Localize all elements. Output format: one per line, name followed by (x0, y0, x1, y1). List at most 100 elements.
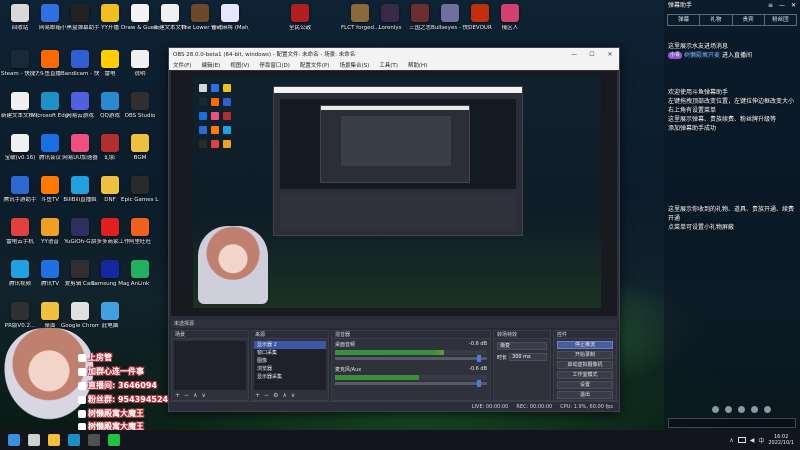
chevron-up-icon[interactable]: ∧ (729, 437, 733, 444)
user-icon[interactable] (738, 406, 745, 413)
desktop-icon[interactable]: Samsung Magician (91, 260, 129, 302)
danmaku-helper-panel[interactable]: 弹幕助手 ≡ — ✕ 弹幕 礼物 贵宾 粉丝团 这里展示水友进场消息 小青 树懒… (664, 0, 800, 430)
more-icon[interactable] (764, 406, 771, 413)
desktop-icon[interactable]: 斗鱼TV (33, 176, 67, 218)
desktop-icon[interactable]: 拼多多商家工作台 (91, 218, 129, 260)
volume-slider[interactable] (335, 355, 487, 362)
desktop-icon[interactable]: 雷电云手机 (3, 218, 37, 260)
danmaku-minimize-icon[interactable]: — (779, 0, 785, 12)
desktop-icon[interactable]: Lorenlys (373, 4, 407, 46)
menu-view[interactable]: 视图(V) (230, 61, 249, 69)
desktop-icon[interactable]: Steam - 快捷方式 (1, 50, 39, 92)
desktop-icon[interactable]: FLCT forged... (341, 4, 379, 46)
desktop-icon[interactable]: 腾讯视频 (3, 260, 37, 302)
danmaku-close-icon[interactable]: ✕ (791, 0, 796, 12)
stop-streaming-button[interactable]: 停止推流 (557, 341, 613, 349)
transition-type-select[interactable]: 渐变 (497, 342, 547, 350)
desktop-icon[interactable]: 小黑盒弹幕助手 (61, 4, 99, 46)
obs-titlebar[interactable]: OBS 28.0.0-beta1 (64-bit, windows) - 配置文… (169, 48, 619, 60)
desktop-icon[interactable]: BGM (123, 134, 157, 176)
desktop-icon[interactable]: Bandicam - 快捷方式 (61, 50, 99, 92)
desktop-icon[interactable]: DEVOUR (463, 4, 497, 46)
scene-up-icon[interactable]: ∧ (193, 392, 197, 399)
desktop-icon[interactable]: 雷电 (93, 50, 127, 92)
file-explorer-icon[interactable] (48, 434, 60, 446)
source-up-icon[interactable]: ∧ (282, 392, 286, 399)
desktop-icon[interactable]: 全民公敌 (283, 4, 317, 46)
scenes-list[interactable] (174, 341, 246, 390)
desktop-icon[interactable]: 说明 (123, 50, 157, 92)
desktop-icon[interactable]: Microsoft Edge (31, 92, 69, 134)
emoji-icon[interactable] (712, 406, 719, 413)
desktop-icon[interactable]: 阿里旺旺 (123, 218, 157, 260)
desktop-icon[interactable]: OBS Studio (123, 92, 157, 134)
wechat-icon[interactable] (108, 434, 120, 446)
desktop-icon[interactable]: Epic Games Launcher (121, 176, 159, 218)
desktop-icon[interactable]: 雀魂麻将 (Mahjong... (211, 4, 249, 46)
menu-docks[interactable]: 停靠窗口(D) (259, 61, 290, 69)
desktop-icon[interactable]: 回收站 (3, 4, 37, 46)
danmaku-username[interactable]: 树懒殿寓开麦 (684, 51, 720, 60)
start-virtual-camera-button[interactable]: 启动虚拟摄像机 (557, 361, 613, 369)
add-source-icon[interactable]: + (255, 392, 260, 399)
settings-icon[interactable] (751, 406, 758, 413)
duration-input[interactable]: 300 ms (509, 353, 547, 361)
source-down-icon[interactable]: ∨ (291, 392, 295, 399)
tab-vip[interactable]: 贵宾 (733, 15, 765, 25)
tab-fan-group[interactable]: 粉丝团 (765, 15, 796, 25)
network-icon[interactable] (737, 437, 746, 443)
source-item[interactable]: 窗口采集 (254, 349, 326, 357)
scene-down-icon[interactable]: ∨ (201, 392, 205, 399)
source-item[interactable]: 图像 (254, 357, 326, 365)
search-icon[interactable] (28, 434, 40, 446)
desktop-icon[interactable]: QQ游戏 (93, 92, 127, 134)
start-icon[interactable] (8, 434, 20, 446)
source-item[interactable]: 显示器采集 (254, 373, 326, 381)
start-recording-button[interactable]: 开始录制 (557, 351, 613, 359)
obs-icon[interactable] (88, 434, 100, 446)
danmaku-settings-icon[interactable]: ≡ (768, 0, 773, 12)
menu-file[interactable]: 文件(F) (173, 61, 191, 69)
ime-icon[interactable]: 中 (758, 436, 764, 445)
danmaku-input[interactable] (668, 418, 796, 428)
sources-list[interactable]: 显示器 2 窗口采集 图像 浏览器 显示器采集 (254, 341, 326, 390)
close-button[interactable]: ✕ (601, 51, 619, 58)
obs-preview-canvas[interactable] (171, 71, 617, 316)
desktop-icon[interactable]: 宝破(v0.16) (3, 134, 37, 176)
tab-danmaku[interactable]: 弹幕 (668, 15, 701, 25)
settings-button[interactable]: 设置 (557, 381, 613, 389)
desktop-icon[interactable]: 幻影 (93, 134, 127, 176)
desktop-icon[interactable]: BiliBili直播姬 (63, 176, 97, 218)
desktop-icon[interactable]: 网易UU加速器 (62, 134, 98, 176)
desktop-icon[interactable]: 腾讯TV (33, 260, 67, 302)
gift-icon[interactable] (725, 406, 732, 413)
volume-icon[interactable]: ◀ (750, 437, 755, 444)
volume-slider[interactable] (335, 380, 487, 387)
clock[interactable]: 16:02 2022/10/1 (768, 434, 794, 446)
desktop-icon[interactable]: Bullseyes - 快捷方式 (431, 4, 469, 46)
desktop-icon[interactable]: 网易云游戏 (63, 92, 97, 134)
add-scene-icon[interactable]: + (175, 392, 180, 399)
desktop-icon[interactable]: AnLink (123, 260, 157, 302)
source-item[interactable]: 显示器 2 (254, 341, 326, 349)
desktop-icon[interactable]: Draw & Guess (121, 4, 159, 46)
menu-help[interactable]: 帮助(H) (408, 61, 427, 69)
remove-source-icon[interactable]: − (264, 392, 269, 399)
exit-button[interactable]: 退出 (557, 391, 613, 399)
menu-profile[interactable]: 配置文件(P) (300, 61, 330, 69)
edge-icon[interactable] (68, 434, 80, 446)
source-item[interactable]: 浏览器 (254, 365, 326, 373)
maximize-button[interactable]: ☐ (583, 51, 601, 58)
desktop-icon[interactable]: 腾讯手游助手 (3, 176, 37, 218)
desktop-icon[interactable]: 俄区人 (493, 4, 527, 46)
minimize-button[interactable]: — (565, 51, 583, 58)
danmaku-titlebar[interactable]: 弹幕助手 ≡ — ✕ (664, 0, 800, 12)
studio-mode-button[interactable]: 工作室模式 (557, 371, 613, 379)
menu-edit[interactable]: 编辑(E) (201, 61, 220, 69)
obs-window[interactable]: OBS 28.0.0-beta1 (64-bit, windows) - 配置文… (168, 47, 620, 412)
source-settings-icon[interactable]: ⚙ (273, 392, 278, 399)
tab-gifts[interactable]: 礼物 (700, 15, 733, 25)
menu-scene-collection[interactable]: 场景集合(S) (339, 61, 369, 69)
remove-scene-icon[interactable]: − (184, 392, 189, 399)
menu-tools[interactable]: 工具(T) (379, 61, 398, 69)
